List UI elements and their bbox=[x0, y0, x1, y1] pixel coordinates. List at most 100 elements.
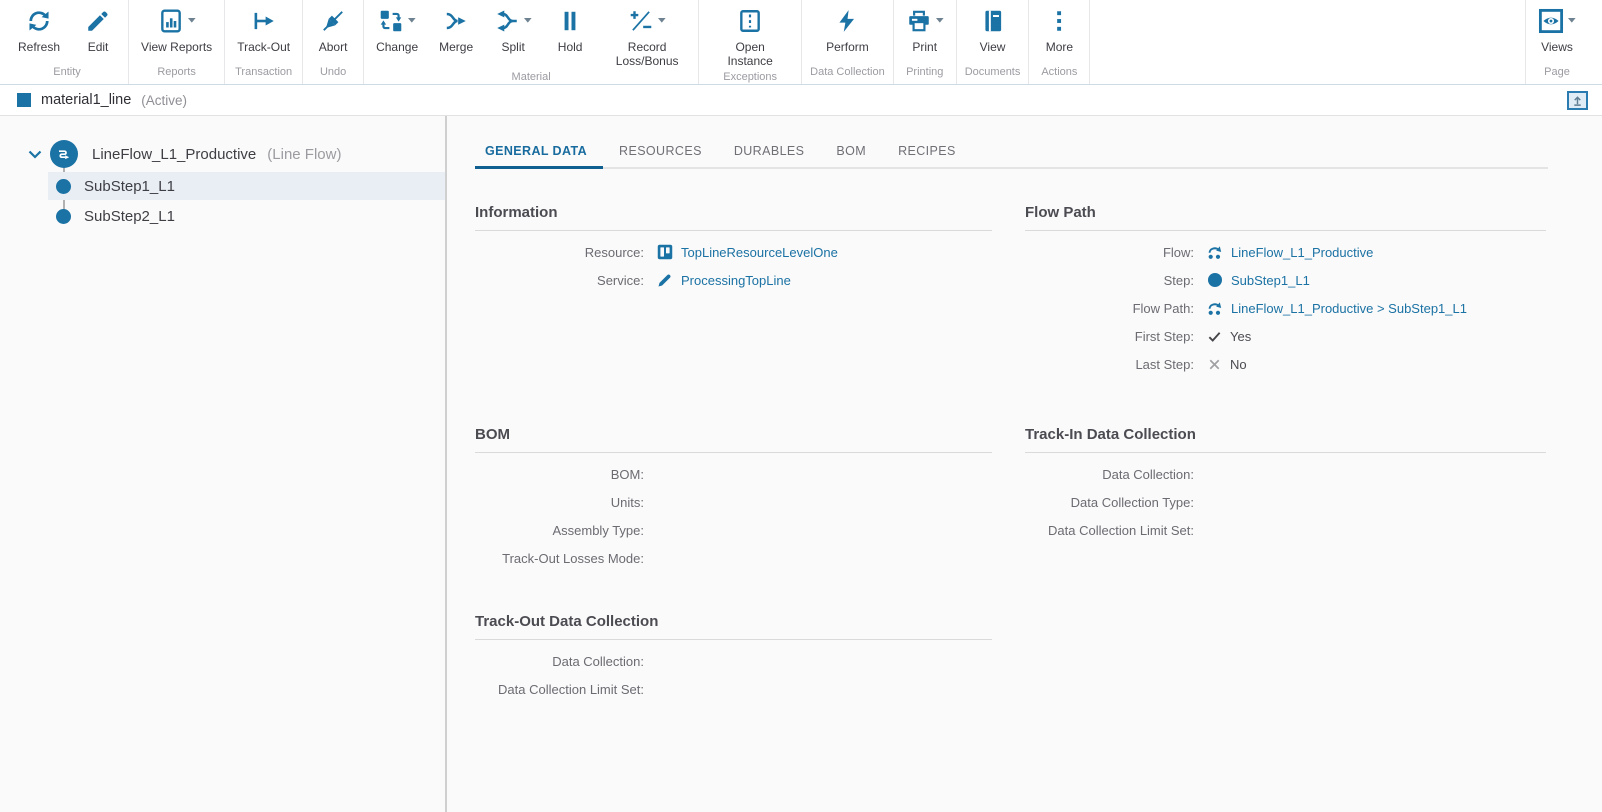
tree-root-label: LineFlow_L1_Productive bbox=[92, 146, 256, 163]
tab-general-data[interactable]: GENERAL DATA bbox=[475, 142, 603, 167]
flow-icon bbox=[1207, 244, 1223, 260]
tab-durables[interactable]: DURABLES bbox=[718, 142, 821, 167]
tab-bom[interactable]: BOM bbox=[820, 142, 882, 167]
toolbar-group-label: Reports bbox=[131, 64, 222, 84]
toolbar-group-label: Page bbox=[1528, 64, 1586, 84]
field-label: Flow Path: bbox=[1025, 301, 1207, 316]
track-out-button[interactable]: Track-Out bbox=[227, 0, 300, 64]
first-step-text: Yes bbox=[1230, 329, 1251, 344]
abort-button[interactable]: Abort bbox=[305, 0, 361, 64]
field-label: Data Collection: bbox=[475, 654, 657, 669]
tree-item-substep1[interactable]: SubStep1_L1 bbox=[48, 172, 445, 200]
section-track-in-data-collection: Track-In Data Collection Data Collection… bbox=[1025, 426, 1546, 613]
flow-circle-icon bbox=[50, 140, 78, 168]
step-link[interactable]: SubStep1_L1 bbox=[1207, 272, 1310, 288]
pop-out-icon bbox=[1571, 94, 1584, 106]
refresh-button[interactable]: Refresh bbox=[8, 0, 70, 64]
chevron-down-icon bbox=[936, 18, 944, 23]
tab-recipes[interactable]: RECIPES bbox=[882, 142, 972, 167]
x-icon bbox=[1207, 357, 1222, 372]
more-dots-icon bbox=[1046, 8, 1072, 34]
toolbar-group-material: Change Merge Split bbox=[364, 0, 699, 84]
field-label: Assembly Type: bbox=[475, 523, 657, 538]
chevron-down-icon bbox=[408, 18, 416, 23]
button-label: Perform bbox=[826, 40, 869, 54]
service-link-text: ProcessingTopLine bbox=[681, 273, 791, 288]
tree-item-substep2[interactable]: SubStep2_L1 bbox=[48, 202, 445, 230]
open-instance-button[interactable]: Open Instance bbox=[701, 0, 799, 69]
last-step-value: No bbox=[1207, 357, 1247, 372]
toolbar-group-exceptions: Open Instance Exceptions bbox=[699, 0, 802, 84]
button-label: Views bbox=[1541, 40, 1573, 54]
views-eye-icon bbox=[1538, 8, 1564, 34]
change-icon bbox=[378, 8, 404, 34]
toolbar-group-page: Views Page bbox=[1525, 0, 1588, 84]
more-button[interactable]: More bbox=[1031, 0, 1087, 64]
chevron-down-icon[interactable] bbox=[26, 145, 44, 163]
field-ti-data-collection-type: Data Collection Type: bbox=[1025, 488, 1546, 516]
flow-icon bbox=[1207, 300, 1223, 316]
field-label: Service: bbox=[475, 273, 657, 288]
field-label: Data Collection Limit Set: bbox=[475, 682, 657, 697]
print-button[interactable]: Print bbox=[896, 0, 954, 64]
toolbar-spacer bbox=[1090, 0, 1525, 84]
button-label: Edit bbox=[88, 40, 109, 54]
general-data-grid: Information Resource: TopLineResourceLev… bbox=[475, 204, 1548, 703]
merge-button[interactable]: Merge bbox=[428, 0, 484, 69]
button-label: Record Loss/Bonus bbox=[608, 40, 686, 69]
split-button[interactable]: Split bbox=[484, 0, 542, 69]
view-reports-button[interactable]: View Reports bbox=[131, 0, 222, 64]
service-link[interactable]: ProcessingTopLine bbox=[657, 272, 791, 288]
section-title: Information bbox=[475, 204, 992, 231]
report-icon bbox=[158, 8, 184, 34]
tree-root-type-suffix: (Line Flow) bbox=[267, 146, 341, 163]
merge-icon bbox=[443, 8, 469, 34]
button-label: Print bbox=[912, 40, 937, 54]
pop-out-button[interactable] bbox=[1567, 91, 1588, 110]
button-label: More bbox=[1046, 40, 1073, 54]
flow-link[interactable]: LineFlow_L1_Productive bbox=[1207, 244, 1373, 260]
button-label: Merge bbox=[439, 40, 473, 54]
hold-button[interactable]: Hold bbox=[542, 0, 598, 69]
change-button[interactable]: Change bbox=[366, 0, 428, 69]
record-loss-bonus-icon bbox=[628, 8, 654, 34]
edit-button[interactable]: Edit bbox=[70, 0, 126, 64]
field-resource: Resource: TopLineResourceLevelOne bbox=[475, 238, 992, 266]
button-label: Hold bbox=[558, 40, 583, 54]
flow-path-link[interactable]: LineFlow_L1_Productive > SubStep1_L1 bbox=[1207, 300, 1467, 316]
documents-book-icon bbox=[980, 8, 1006, 34]
button-label: Split bbox=[501, 40, 524, 54]
views-button[interactable]: Views bbox=[1528, 0, 1586, 64]
field-to-data-collection-limit-set: Data Collection Limit Set: bbox=[475, 675, 992, 703]
detail-panel: GENERAL DATA RESOURCES DURABLES BOM RECI… bbox=[447, 116, 1602, 812]
button-label: Open Instance bbox=[711, 40, 789, 69]
toolbar-group-printing: Print Printing bbox=[894, 0, 957, 84]
flow-link-text: LineFlow_L1_Productive bbox=[1231, 245, 1373, 260]
tab-bar: GENERAL DATA RESOURCES DURABLES BOM RECI… bbox=[475, 142, 1548, 169]
perform-button[interactable]: Perform bbox=[816, 0, 879, 64]
step-circle-icon bbox=[56, 209, 71, 224]
tree-children: SubStep1_L1 SubStep2_L1 bbox=[48, 172, 445, 230]
step-icon bbox=[1207, 272, 1223, 288]
field-bom: BOM: bbox=[475, 460, 992, 488]
edit-icon bbox=[85, 8, 111, 34]
flow-path-link-text: LineFlow_L1_Productive > SubStep1_L1 bbox=[1231, 301, 1467, 316]
split-icon bbox=[494, 8, 520, 34]
section-flow-path: Flow Path Flow: LineFlow_L1_Productive bbox=[1025, 204, 1546, 426]
field-label: Resource: bbox=[475, 245, 657, 260]
resource-link[interactable]: TopLineResourceLevelOne bbox=[657, 244, 838, 260]
section-track-out-data-collection: Track-Out Data Collection Data Collectio… bbox=[475, 613, 992, 703]
tree-root-lineflow[interactable]: LineFlow_L1_Productive (Line Flow) bbox=[0, 138, 445, 170]
open-instance-icon bbox=[737, 8, 763, 34]
field-label: Data Collection Type: bbox=[1025, 495, 1207, 510]
section-title: Flow Path bbox=[1025, 204, 1546, 231]
toolbar-group-undo: Abort Undo bbox=[303, 0, 364, 84]
chevron-down-icon bbox=[524, 18, 532, 23]
tab-resources[interactable]: RESOURCES bbox=[603, 142, 718, 167]
record-loss-bonus-button[interactable]: Record Loss/Bonus bbox=[598, 0, 696, 69]
resource-icon bbox=[657, 244, 673, 260]
section-title: Track-In Data Collection bbox=[1025, 426, 1546, 453]
view-documents-button[interactable]: View bbox=[965, 0, 1021, 64]
hold-icon bbox=[557, 8, 583, 34]
entity-status: (Active) bbox=[141, 93, 187, 108]
